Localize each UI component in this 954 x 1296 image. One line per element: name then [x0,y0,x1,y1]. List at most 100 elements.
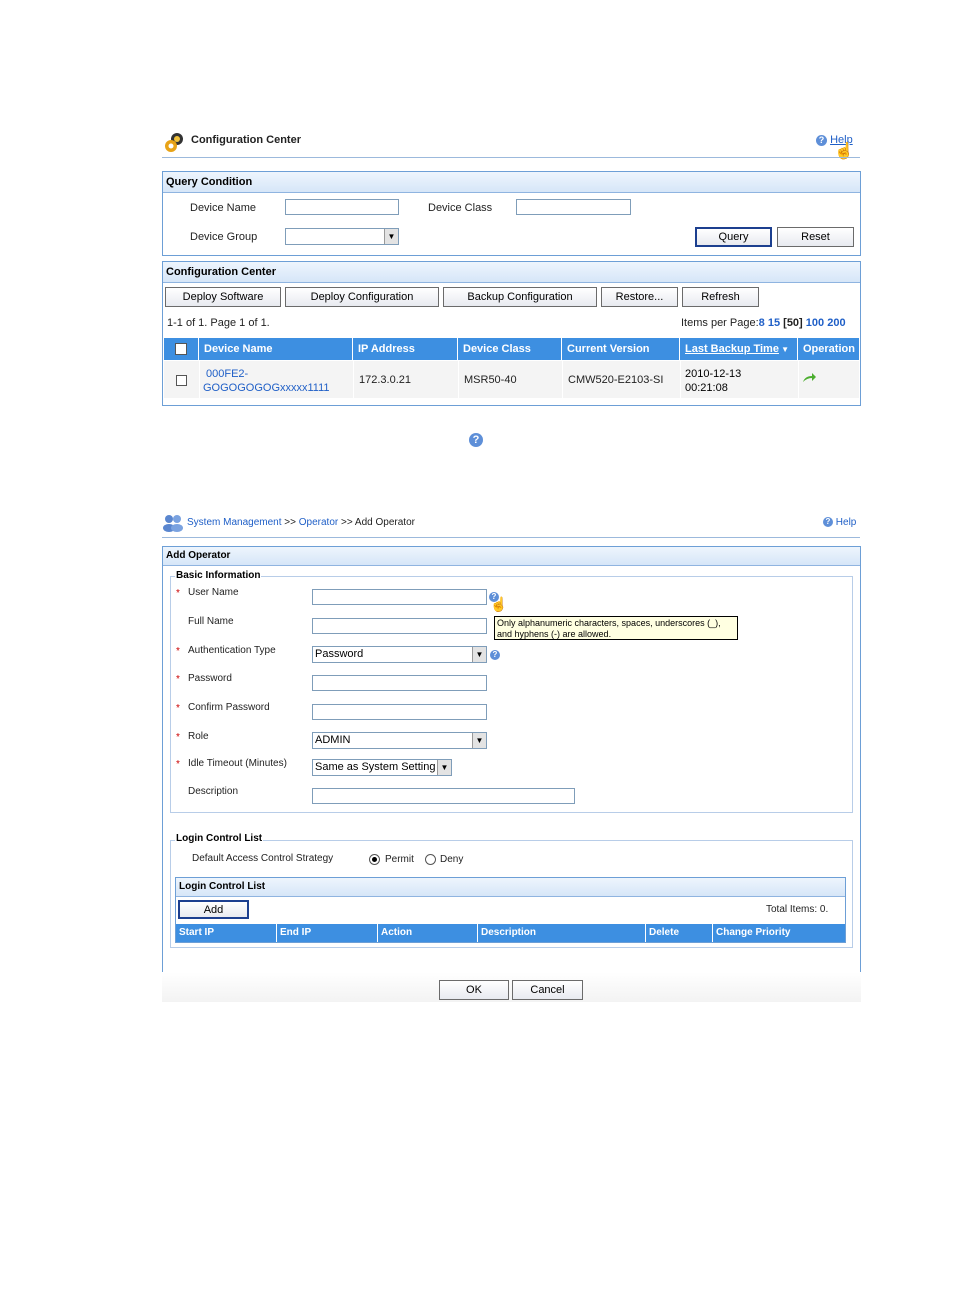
page-title: Configuration Center [191,134,301,146]
row-cell-divider [680,361,681,398]
total-items: Total Items: 0. [766,904,829,915]
device-class-input[interactable] [516,199,631,215]
backup-time: 00:21:08 [685,382,728,394]
row-cell-divider [562,361,563,398]
col-current-version[interactable]: Current Version [562,338,680,360]
backup-configuration-button[interactable]: Backup Configuration [443,287,597,307]
col-device-class[interactable]: Device Class [458,338,562,360]
required-mark: * [176,646,180,657]
reset-button[interactable]: Reset [777,227,854,247]
device-group-label: Device Group [190,231,258,243]
add-operator-heading: Add Operator [163,547,860,566]
help-icon: ? [816,134,827,146]
basic-information-legend: Basic Information [175,570,262,581]
basic-information-fieldset [170,576,853,813]
user-name-tooltip: Only alphanumeric characters, spaces, un… [494,616,738,640]
help-link[interactable]: ? Help [823,517,856,528]
device-name-label: Device Name [190,202,257,214]
select-all-checkbox[interactable] [175,343,187,356]
page-size-15[interactable]: 15 [768,317,780,329]
required-mark: * [176,732,180,743]
confirm-password-input[interactable] [312,704,487,720]
deploy-software-button[interactable]: Deploy Software [165,287,281,307]
auth-type-label: Authentication Type [188,645,276,656]
user-name-input[interactable] [312,589,487,605]
page-size-8[interactable]: 8 [759,317,765,329]
help-icon: ? [469,433,483,447]
role-label: Role [188,731,209,742]
description-input[interactable] [312,788,575,804]
col-last-backup-time[interactable]: Last Backup Time ▼ [680,338,798,360]
breadcrumb-separator: >> [341,517,353,528]
tooltip-line1: Only alphanumeric characters, spaces, un… [497,618,721,628]
chevron-down-icon: ▼ [472,733,486,748]
full-name-input[interactable] [312,618,487,634]
col-delete: Delete [646,924,713,942]
device-name-input[interactable] [285,199,399,215]
deny-radio[interactable] [425,854,436,865]
backup-time-cell: 2010-12-13 00:21:08 [685,367,741,395]
required-mark: * [176,703,180,714]
operator-icon [163,513,183,533]
device-class-label: Device Class [428,202,493,214]
col-action: Action [378,924,478,942]
col-operation: Operation [803,343,855,355]
hand-cursor-icon: ☝ [834,143,854,160]
full-name-label: Full Name [188,616,234,627]
ok-button[interactable]: OK [439,980,509,1000]
hand-cursor-icon: ☝ [490,596,508,612]
role-select[interactable]: ADMIN ▼ [312,732,487,749]
role-value: ADMIN [315,734,351,746]
device-class-cell: MSR50-40 [464,374,517,386]
login-control-table-heading: Login Control List [176,878,845,897]
auth-type-select[interactable]: Password ▼ [312,646,487,663]
page-size-200[interactable]: 200 [827,317,845,329]
ip-address-cell: 172.3.0.21 [359,374,411,386]
radio-selected-dot [372,857,377,862]
add-button[interactable]: Add [178,900,249,919]
config-center-heading: Configuration Center [163,262,860,283]
idle-timeout-value: Same as System Setting [315,761,436,773]
user-name-label: User Name [188,587,239,598]
auth-type-value: Password [315,648,364,660]
restore-button[interactable]: Restore... [601,287,678,307]
breadcrumb-system-management[interactable]: System Management [187,517,282,528]
device-group-select[interactable]: ▼ [285,228,399,245]
deny-label: Deny [440,854,464,865]
col-end-ip: End IP [277,924,378,942]
chevron-down-icon: ▼ [384,229,398,244]
select-all-cell [164,338,199,360]
operation-arrow-icon[interactable] [802,373,816,386]
device-name-line2: GOGOGOGOGxxxxx1111 [203,382,330,394]
device-table-header: Device Name IP Address Device Class Curr… [164,338,859,360]
help-label: Help [835,517,857,528]
header-divider [162,537,860,538]
page-size-100[interactable]: 100 [806,317,824,329]
row-checkbox[interactable] [176,375,187,386]
table-row: 000FE2- GOGOGOGOGxxxxx1111 172.3.0.21 MS… [164,361,859,398]
required-mark: * [176,674,180,685]
row-cell-divider [199,361,200,398]
col-device-name[interactable]: Device Name [199,338,353,360]
breadcrumb-operator[interactable]: Operator [299,517,338,528]
refresh-button[interactable]: Refresh [682,287,759,307]
auth-type-help-icon[interactable]: ? [490,649,500,661]
password-input[interactable] [312,675,487,691]
items-per-page-label: Items per Page: [681,317,759,329]
cancel-button[interactable]: Cancel [512,980,583,1000]
col-description: Description [478,924,646,942]
query-button[interactable]: Query [695,227,772,247]
idle-timeout-select[interactable]: Same as System Setting ▼ [312,759,452,776]
required-mark: * [176,759,180,770]
device-name-link[interactable]: 000FE2- GOGOGOGOGxxxxx1111 [203,367,353,395]
deploy-configuration-button[interactable]: Deploy Configuration [285,287,439,307]
col-ip-address[interactable]: IP Address [353,338,458,360]
col-change-priority: Change Priority [716,927,791,938]
chevron-down-icon: ▼ [437,760,451,775]
col-last-backup-time-label: Last Backup Time [685,343,779,355]
help-icon: ? [823,517,833,528]
permit-radio[interactable] [369,854,380,865]
confirm-password-label: Confirm Password [188,702,270,713]
permit-label: Permit [385,854,414,865]
items-per-page: Items per Page:8 15 [50] 100 200 [681,317,846,329]
